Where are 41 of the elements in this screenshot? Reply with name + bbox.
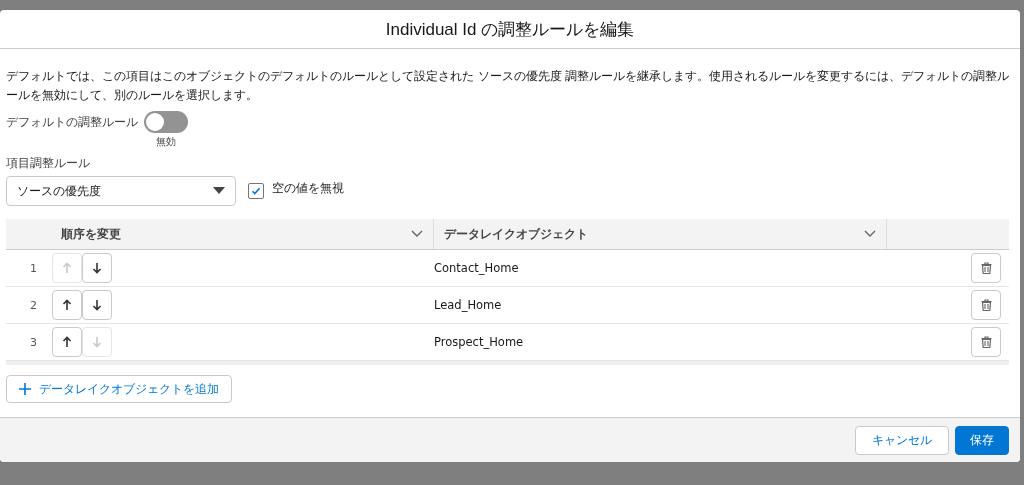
table-cell: Prospect_Home <box>434 335 524 349</box>
plus-icon <box>19 383 31 395</box>
chevron-down-icon <box>411 230 423 238</box>
checkbox-label: 空の値を無視 <box>272 180 344 196</box>
row-number: 2 <box>30 298 38 312</box>
checkbox[interactable] <box>248 183 264 199</box>
chevron-down-icon <box>864 230 876 238</box>
column-header[interactable]: データレイクオブジェクト <box>434 219 887 249</box>
delete-button[interactable] <box>971 253 1001 283</box>
toggle-switch[interactable] <box>144 111 188 133</box>
footer-button[interactable]: 保存 <box>955 425 1009 455</box>
checkmark-icon <box>251 186 261 196</box>
delete-button[interactable] <box>971 290 1001 320</box>
row-number: 1 <box>30 261 38 275</box>
table-cell: Lead_Home <box>434 298 502 312</box>
arrow-down-icon <box>92 262 102 274</box>
dropdown-caret-icon <box>213 187 225 195</box>
column-header[interactable]: 順序を変更 <box>6 219 434 249</box>
footer-button[interactable]: キャンセル <box>855 425 949 455</box>
arrow-down-icon <box>92 336 102 348</box>
delete-button[interactable] <box>971 327 1001 357</box>
toggle-state: 無効 <box>156 135 176 149</box>
move-down-button[interactable] <box>82 253 112 283</box>
modal-title: Individual Id の調整ルールを編集 <box>385 18 635 41</box>
trash-icon <box>980 262 992 274</box>
move-up-button[interactable] <box>52 290 82 320</box>
move-down-button[interactable] <box>82 290 112 320</box>
toggle-label: デフォルトの調整ルール <box>6 114 138 131</box>
row-number: 3 <box>30 335 38 349</box>
arrow-up-icon <box>62 262 72 274</box>
trash-icon <box>980 336 992 348</box>
field-label: 項目調整ルール <box>6 155 91 172</box>
rule-select[interactable]: ソースの優先度 <box>6 176 236 206</box>
add-object-button[interactable]: データレイクオブジェクトを追加 <box>6 375 232 403</box>
description-text: デフォルトでは、この項目はこのオブジェクトのデフォルトのルールとして設定された ソースの優先度 調整ルールを継承します。使用されるルールを変更するには、デフォルトの調整ルールを無効にして、別のルールを選択します。 <box>6 68 1011 104</box>
move-up-button[interactable] <box>52 327 82 357</box>
table-cell: Contact_Home <box>434 261 519 275</box>
arrow-down-icon <box>92 299 102 311</box>
arrow-up-icon <box>62 299 72 311</box>
arrow-up-icon <box>62 336 72 348</box>
trash-icon <box>980 299 992 311</box>
